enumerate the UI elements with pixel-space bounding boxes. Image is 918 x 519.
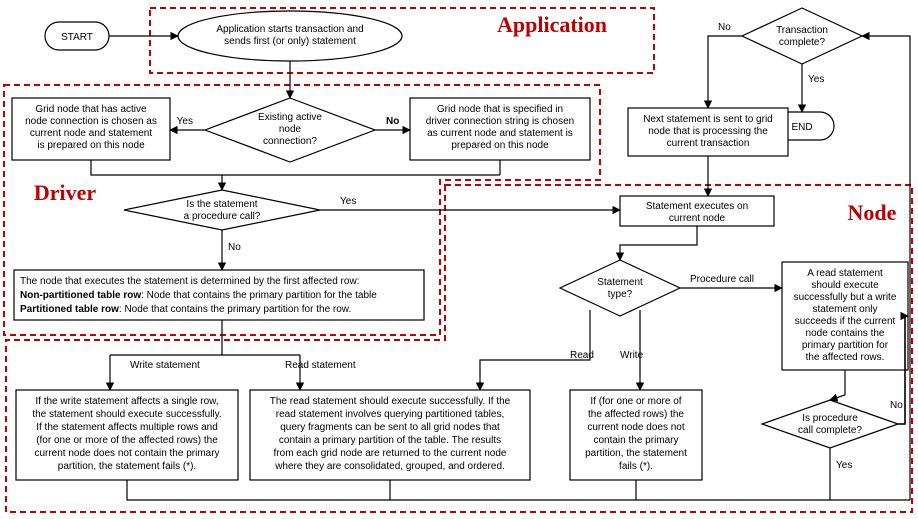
svg-text:Grid node that is specified in: Grid node that is specified in bbox=[437, 104, 563, 115]
write-outcome-process: If the write statement affects a single … bbox=[16, 390, 238, 480]
label-stmttype-proccall: Procedure call bbox=[690, 274, 754, 285]
svg-text:node connection is chosen as: node connection is chosen as bbox=[25, 116, 157, 127]
app-start-process: Application starts transaction and sends… bbox=[178, 11, 402, 61]
svg-text:successfully but a write: successfully but a write bbox=[794, 292, 897, 303]
svg-text:node that is processing the: node that is processing the bbox=[648, 126, 768, 137]
svg-text:node: node bbox=[279, 124, 302, 135]
svg-text:succeeds if the current: succeeds if the current bbox=[795, 316, 896, 327]
region-node-label: Node bbox=[848, 200, 897, 225]
svg-text:type?: type? bbox=[608, 289, 633, 300]
svg-text:where they are consolidated, g: where they are consolidated, grouped, an… bbox=[274, 461, 505, 472]
label-activeconn-yes: Yes bbox=[177, 116, 193, 127]
svg-text:fails (*).: fails (*). bbox=[619, 461, 653, 472]
exec-current-node-process: Statement executes on current node bbox=[620, 196, 774, 226]
edge-procbox-to-proccomplete bbox=[830, 370, 845, 400]
svg-text:primary partition for: primary partition for bbox=[802, 340, 889, 351]
label-activeconn-no: No bbox=[386, 116, 399, 127]
label-isproc-yes: Yes bbox=[340, 196, 356, 207]
svg-text:current node does not contain: current node does not contain the primar… bbox=[34, 448, 219, 459]
start-terminator: START bbox=[45, 22, 109, 50]
svg-text:driver connection string is ch: driver connection string is chosen bbox=[426, 116, 574, 127]
svg-text:Non-partitioned table row: Nod: Non-partitioned table row: Node that con… bbox=[20, 290, 377, 301]
is-procedure-decision: Is the statement a procedure call? bbox=[124, 190, 320, 230]
svg-text:Is procedure: Is procedure bbox=[802, 413, 858, 424]
svg-text:A read statement: A read statement bbox=[807, 268, 883, 279]
svg-text:Statement executes on: Statement executes on bbox=[646, 201, 748, 212]
svg-text:complete?: complete? bbox=[779, 37, 826, 48]
svg-text:read statement involves queryi: read statement involves querying partiti… bbox=[276, 409, 504, 420]
svg-text:a procedure call?: a procedure call? bbox=[184, 211, 261, 222]
read-outcome-process: The read statement should execute succes… bbox=[250, 390, 530, 480]
svg-text:connection?: connection? bbox=[263, 136, 317, 147]
svg-text:current node and statement: current node and statement bbox=[30, 128, 153, 139]
svg-text:the statement should execute s: the statement should execute successfull… bbox=[32, 409, 221, 420]
svg-text:The node that executes the sta: The node that executes the statement is … bbox=[20, 276, 359, 287]
grid-node-connstring-process: Grid node that is specified in driver co… bbox=[410, 98, 590, 160]
svg-text:sends first (or only) statemen: sends first (or only) statement bbox=[224, 36, 356, 47]
region-application-label: Application bbox=[497, 12, 607, 37]
label-first-row-read: Read statement bbox=[285, 360, 356, 371]
svg-text:END: END bbox=[791, 122, 812, 133]
procedure-rw-note-process: A read statement should execute successf… bbox=[782, 262, 908, 370]
svg-text:Partitioned table row: Node th: Partitioned table row: Node that contain… bbox=[20, 304, 351, 315]
edge-bottom-merge bbox=[127, 480, 910, 500]
svg-text:query fragments can be sent to: query fragments can be sent to all grid … bbox=[280, 422, 500, 433]
edge-exec-to-stmttype bbox=[620, 226, 697, 260]
svg-text:should execute: should execute bbox=[811, 280, 879, 291]
grid-node-active-process: Grid node that has active node connectio… bbox=[12, 98, 170, 160]
svg-text:Transaction: Transaction bbox=[776, 25, 828, 36]
transaction-complete-decision: Transaction complete? bbox=[742, 8, 862, 64]
svg-text:current node: current node bbox=[669, 213, 726, 224]
label-isproc-no: No bbox=[228, 242, 241, 253]
label-txcomplete-no: No bbox=[718, 22, 731, 33]
next-statement-process: Next statement is sent to grid node that… bbox=[628, 108, 788, 156]
statement-type-decision: Statement type? bbox=[560, 260, 680, 316]
label-stmttype-write: Write bbox=[620, 350, 644, 361]
label-txcomplete-yes: Yes bbox=[808, 74, 824, 85]
svg-text:Grid node that has active: Grid node that has active bbox=[35, 104, 147, 115]
svg-text:contain the primary: contain the primary bbox=[593, 435, 678, 446]
first-row-determination-process: The node that executes the statement is … bbox=[14, 270, 424, 320]
label-proccomplete-yes: Yes bbox=[836, 460, 852, 471]
svg-text:the affected rows.: the affected rows. bbox=[806, 352, 885, 363]
svg-text:as current node and statement: as current node and statement is bbox=[427, 128, 573, 139]
svg-text:node contains the: node contains the bbox=[806, 328, 885, 339]
svg-text:Existing active: Existing active bbox=[258, 112, 322, 123]
svg-text:prepared on this node: prepared on this node bbox=[451, 140, 549, 151]
svg-text:statement only: statement only bbox=[812, 304, 877, 315]
write-fail-outcome-process: If (for one or more of the affected rows… bbox=[570, 390, 702, 480]
svg-text:If the statement affects multi: If the statement affects multiple rows a… bbox=[36, 422, 218, 433]
svg-text:partition, the statement fails: partition, the statement fails (*). bbox=[58, 461, 196, 472]
svg-text:current transaction: current transaction bbox=[667, 138, 750, 149]
svg-text:If the write statement affects: If the write statement affects a single … bbox=[35, 396, 218, 407]
svg-text:is prepared on this node: is prepared on this node bbox=[37, 140, 145, 151]
edge-firstrow-split-left bbox=[110, 320, 222, 355]
svg-text:START: START bbox=[61, 32, 93, 43]
label-first-row-write: Write statement bbox=[130, 360, 200, 371]
svg-text:the affected rows) the: the affected rows) the bbox=[588, 409, 684, 420]
active-connection-decision: Existing active node connection? bbox=[205, 98, 375, 162]
procedure-complete-decision: Is procedure call complete? bbox=[762, 400, 898, 448]
svg-text:The read statement should exec: The read statement should execute succes… bbox=[270, 396, 511, 407]
label-proccomplete-no: No bbox=[890, 400, 903, 411]
edge-gridactive-join bbox=[91, 160, 500, 175]
svg-text:call complete?: call complete? bbox=[798, 425, 862, 436]
svg-text:current node does not: current node does not bbox=[587, 422, 685, 433]
svg-text:Is the statement: Is the statement bbox=[186, 199, 257, 210]
svg-text:If (for one or more of: If (for one or more of bbox=[590, 396, 681, 407]
svg-text:from each grid node are return: from each grid node are returned to the … bbox=[274, 448, 507, 459]
svg-text:partition, the statement: partition, the statement bbox=[585, 448, 687, 459]
svg-text:Next statement is sent to grid: Next statement is sent to grid bbox=[643, 114, 773, 125]
edge-txcomplete-no bbox=[708, 36, 742, 108]
label-stmttype-read: Read bbox=[570, 350, 594, 361]
svg-text:contain a primary partition of: contain a primary partition of the table… bbox=[279, 435, 501, 446]
svg-text:(for one or more of the affect: (for one or more of the affected rows) t… bbox=[36, 435, 218, 446]
svg-text:Application starts transaction: Application starts transaction and bbox=[216, 24, 363, 35]
region-driver-label: Driver bbox=[34, 180, 97, 205]
svg-text:Statement: Statement bbox=[597, 277, 643, 288]
